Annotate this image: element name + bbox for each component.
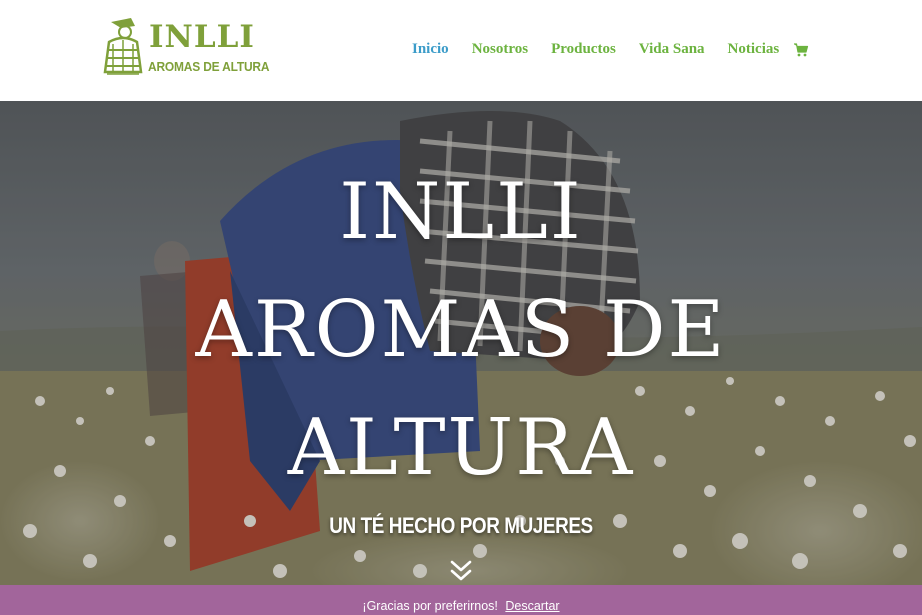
dismiss-link[interactable]: Descartar [505, 599, 559, 613]
logo-title: INLLI [149, 19, 255, 55]
nav-item-vida-sana[interactable]: Vida Sana [639, 41, 705, 58]
nav-item-nosotros[interactable]: Nosotros [472, 41, 528, 58]
logo-subtitle: AROMAS DE ALTURA [148, 59, 270, 74]
woman-emblem-icon [103, 18, 143, 75]
shopping-cart-icon[interactable] [793, 42, 809, 58]
notice-message: ¡Gracias por preferirnos! [362, 599, 498, 613]
hero-title: INLLI AROMAS DE ALTURA [0, 153, 922, 507]
site-header: INLLI AROMAS DE ALTURA Inicio Nosotros P… [0, 0, 922, 101]
nav-item-noticias[interactable]: Noticias [728, 41, 780, 58]
hero-title-line-1: INLLI [339, 167, 583, 257]
main-nav: Inicio Nosotros Productos Vida Sana Noti… [412, 38, 809, 60]
site-logo[interactable]: INLLI AROMAS DE ALTURA [101, 16, 269, 80]
nav-item-inicio[interactable]: Inicio [412, 41, 449, 58]
hero-title-line-3: ALTURA [287, 403, 635, 493]
hero-banner: INLLI AROMAS DE ALTURA UN TÉ HECHO POR M… [0, 101, 922, 585]
nav-item-productos[interactable]: Productos [551, 41, 616, 58]
hero-title-line-2: AROMAS DE [195, 285, 727, 375]
page: INLLI AROMAS DE ALTURA Inicio Nosotros P… [0, 0, 922, 615]
hero-subtitle: UN TÉ HECHO POR MUJERES [329, 513, 593, 538]
store-notice-bar: ¡Gracias por preferirnos! Descartar [0, 585, 922, 615]
double-chevron-down-icon[interactable] [449, 559, 473, 583]
